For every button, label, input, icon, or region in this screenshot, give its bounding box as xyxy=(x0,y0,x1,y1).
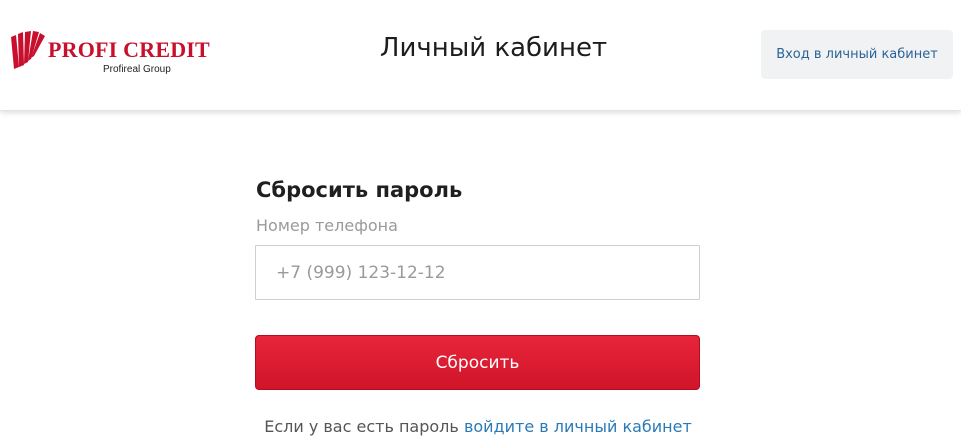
login-hint: Если у вас есть пароль войдите в личный … xyxy=(0,417,956,436)
reset-button[interactable]: Сбросить xyxy=(255,335,700,390)
login-link[interactable]: войдите в личный кабинет xyxy=(464,417,692,436)
login-hint-text: Если у вас есть пароль xyxy=(264,417,459,436)
phone-label: Номер телефона xyxy=(256,216,398,235)
login-button[interactable]: Вход в личный кабинет xyxy=(761,30,953,79)
brand-subtitle: Profireal Group xyxy=(103,64,171,75)
phone-input[interactable] xyxy=(255,245,700,300)
header: PROFI CREDIT Profireal Group Личный каби… xyxy=(0,0,961,111)
form-title: Сбросить пароль xyxy=(256,178,463,202)
